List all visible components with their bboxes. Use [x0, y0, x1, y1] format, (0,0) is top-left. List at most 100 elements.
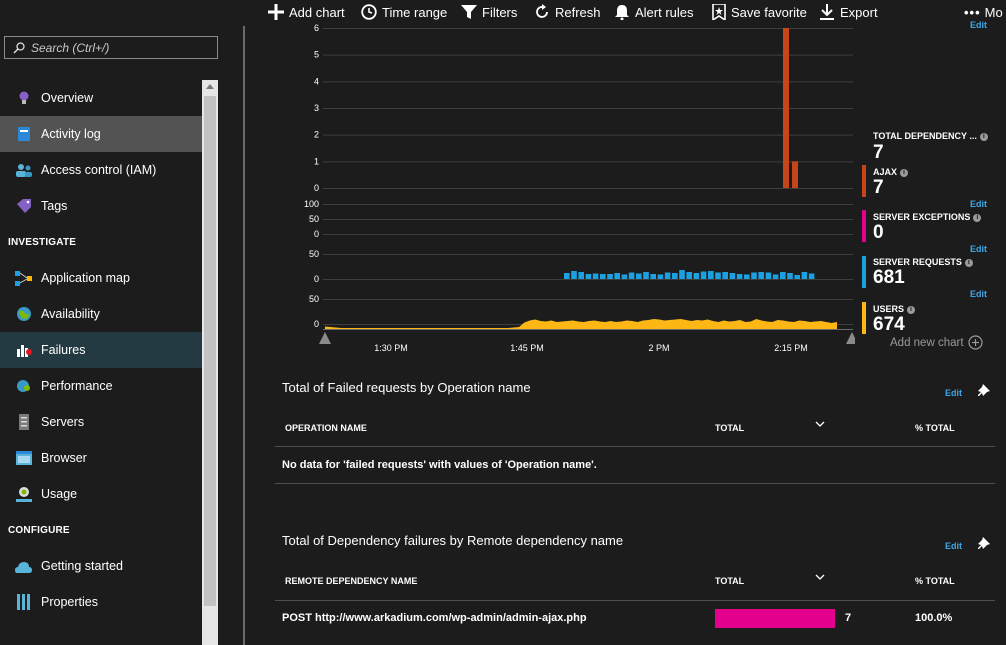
sidebar-item-label: Failures: [41, 343, 86, 357]
sidebar-item-label: Performance: [41, 379, 113, 393]
requests-bar: [592, 273, 599, 279]
requests-bar: [607, 274, 613, 279]
edit-link[interactable]: Edit: [970, 289, 987, 299]
filter-icon: [461, 5, 477, 19]
column-header-operation-name[interactable]: OPERATION NAME: [285, 423, 367, 433]
sidebar-item-properties[interactable]: Properties: [0, 584, 202, 620]
section-investigate: INVESTIGATE: [8, 236, 77, 248]
sidebar-item-servers[interactable]: Servers: [0, 404, 202, 440]
legend-users-label: USERS i: [873, 304, 916, 314]
chevron-down-icon[interactable]: [815, 574, 825, 581]
x-tick-label: 1:30 PM: [374, 343, 408, 353]
edit-link[interactable]: Edit: [970, 20, 987, 30]
time-range-button[interactable]: Time range: [361, 2, 447, 22]
requests-bar: [808, 273, 815, 279]
requests-bar: [621, 274, 628, 279]
info-icon[interactable]: i: [979, 132, 988, 141]
requests-bar: [657, 274, 664, 279]
filters-button[interactable]: Filters: [461, 2, 517, 22]
requests-bar: [578, 272, 584, 279]
info-icon[interactable]: i: [973, 213, 982, 222]
search-box[interactable]: Search (Ctrl+/): [4, 36, 218, 59]
requests-bar: [636, 273, 642, 279]
y-tick-label: 5: [314, 50, 319, 60]
more-button[interactable]: ••• Mo: [964, 2, 1003, 22]
sidebar-item-label: Access control (IAM): [41, 163, 157, 177]
info-icon[interactable]: i: [900, 168, 909, 177]
requests-bar: [794, 275, 800, 279]
ajax-bar: [792, 161, 798, 188]
sidebar-item-failures[interactable]: Failures: [0, 332, 202, 368]
requests-bar: [571, 271, 577, 279]
legend-total-dependency-label: TOTAL DEPENDENCY ... i: [873, 131, 988, 141]
requests-bar: [679, 270, 685, 279]
column-header-percent-total[interactable]: % TOTAL: [915, 576, 955, 586]
column-header-total[interactable]: TOTAL: [715, 423, 744, 433]
sidebar-item-availability[interactable]: Availability: [0, 296, 202, 332]
refresh-button[interactable]: Refresh: [534, 2, 601, 22]
info-icon[interactable]: i: [907, 305, 916, 314]
export-button[interactable]: Export: [819, 2, 878, 22]
server-icon: [15, 414, 32, 431]
legend-ajax-color-bar: [862, 165, 866, 197]
scrollbar-thumb[interactable]: [204, 96, 216, 606]
requests-bar: [693, 273, 700, 279]
edit-link[interactable]: Edit: [970, 199, 987, 209]
sidebar-item-usage[interactable]: Usage: [0, 476, 202, 512]
sidebar-item-activity-log[interactable]: Activity log: [0, 116, 202, 152]
total-value-cell: 7: [845, 612, 852, 624]
legend-ajax-value: 7: [873, 177, 884, 198]
export-label: Export: [840, 4, 878, 20]
ajax-bar: [783, 28, 789, 188]
search-input[interactable]: Search (Ctrl+/): [31, 41, 109, 55]
sidebar-item-label: Tags: [41, 199, 68, 213]
requests-bar: [686, 272, 692, 279]
app-map-icon: [15, 270, 32, 287]
chevron-down-icon[interactable]: [815, 421, 825, 428]
sidebar-item-access-control[interactable]: Access control (IAM): [0, 152, 202, 188]
blade-divider: [243, 26, 245, 645]
sidebar-item-tags[interactable]: Tags: [0, 188, 202, 224]
alert-rules-button[interactable]: Alert rules: [614, 2, 694, 22]
requests-bar: [600, 274, 606, 279]
sidebar-item-overview[interactable]: Overview: [0, 80, 202, 116]
table-divider: [275, 600, 995, 601]
save-favorite-button[interactable]: Save favorite: [712, 2, 807, 22]
toolbar: Add chart Time range Filters Refresh Ale…: [244, 0, 1006, 24]
metrics-chart-svg: 6 5 4 3 2 1 0 100 50 0 50 0 50 0 1:30 PM 1:45 PM 2 PM 2:1…: [304, 24, 855, 353]
scroll-up-arrow-icon[interactable]: [206, 84, 214, 89]
sidebar-item-application-map[interactable]: Application map: [0, 260, 202, 296]
bookmark-star-icon: [712, 4, 726, 20]
sidebar-item-performance[interactable]: Performance: [0, 368, 202, 404]
add-new-chart-button[interactable]: Add new chart: [890, 335, 983, 350]
column-header-percent-total[interactable]: % TOTAL: [915, 423, 955, 433]
pin-icon[interactable]: [977, 384, 991, 398]
clock-icon: [361, 4, 377, 20]
sidebar-item-browser[interactable]: Browser: [0, 440, 202, 476]
y-tick-label: 2: [314, 130, 319, 140]
dependency-failures-edit-link[interactable]: Edit: [945, 541, 962, 551]
add-chart-button[interactable]: Add chart: [268, 2, 345, 22]
requests-bar: [708, 271, 714, 279]
pin-icon[interactable]: [977, 537, 991, 551]
column-header-total[interactable]: TOTAL: [715, 576, 744, 586]
legend-server-requests-label: SERVER REQUESTS i: [873, 257, 973, 267]
usage-icon: [15, 486, 32, 503]
legend-server-exceptions-value: 0: [873, 222, 884, 243]
edit-link[interactable]: Edit: [970, 244, 987, 254]
sidebar-item-label: Servers: [41, 415, 85, 429]
legend-server-requests-value: 681: [873, 267, 905, 288]
info-icon[interactable]: i: [964, 258, 973, 267]
sidebar-scrollbar[interactable]: [202, 80, 218, 645]
failed-requests-edit-link[interactable]: Edit: [945, 388, 962, 398]
section-configure: CONFIGURE: [8, 524, 70, 536]
y-tick-label: 4: [314, 76, 319, 86]
properties-icon: [15, 594, 32, 611]
globe-icon: [15, 306, 32, 323]
sidebar-item-getting-started[interactable]: Getting started: [0, 548, 202, 584]
refresh-icon: [536, 4, 548, 18]
sidebar-item-label: Availability: [41, 307, 100, 321]
column-header-remote-dependency-name[interactable]: REMOTE DEPENDENCY NAME: [285, 576, 417, 586]
y-tick-label: 50: [309, 294, 319, 304]
people-icon: [15, 162, 32, 179]
